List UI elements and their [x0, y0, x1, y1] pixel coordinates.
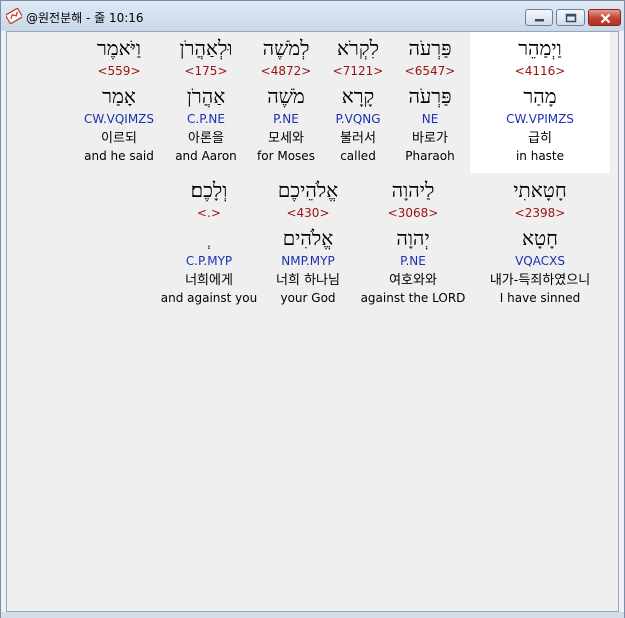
english-gloss: called: [340, 149, 376, 163]
word-block[interactable]: וְלָכֶם׃ <.> ְ C.P.MYP 너희에게 and against …: [158, 180, 260, 308]
hebrew-lemma: חָטָא: [522, 226, 558, 250]
morph-code: C.P.NE: [187, 112, 225, 126]
strong-number[interactable]: <4872>: [249, 65, 323, 77]
morph-code: P.NE: [273, 112, 299, 126]
maximize-button[interactable]: [556, 9, 585, 26]
hebrew-word: לַיהוָה: [391, 178, 435, 202]
hebrew-lemma: אֱלֹהִים: [282, 226, 334, 250]
morph-code: C.P.MYP: [185, 254, 233, 268]
korean-gloss: 너희에게: [185, 273, 233, 288]
korean-gloss: 바로가: [412, 131, 448, 146]
word-block[interactable]: לַיהוָה <3068> יְהוָה P.NE 여호와와 against …: [357, 180, 469, 308]
english-gloss: your God: [280, 291, 336, 305]
strong-number[interactable]: <7121>: [322, 65, 394, 77]
hebrew-word: וְלָכֶם׃: [190, 178, 228, 202]
strong-number[interactable]: <6547>: [391, 65, 469, 77]
english-gloss: in haste: [515, 149, 565, 163]
minimize-icon: [535, 19, 544, 22]
morph-code: P.NE: [400, 254, 426, 268]
strong-number[interactable]: <3068>: [357, 207, 469, 219]
word-block[interactable]: פַּרְעֹה <6547> פַּרְעֹה NE 바로가 Pharaoh: [391, 38, 469, 166]
close-button[interactable]: [588, 9, 621, 26]
window-title: @원전분해 - 줄 10:16: [26, 11, 144, 25]
korean-gloss: 아론을: [188, 131, 224, 146]
hebrew-word: אֱלֹהֵיכֶם: [277, 178, 339, 202]
app-window: @원전분해 - 줄 10:16 וַיְמַהֵר <4116> מָהַר C…: [0, 0, 625, 618]
hebrew-lemma: מֹשֶׁה: [267, 84, 305, 108]
close-icon: [600, 13, 611, 24]
morph-code: NMP.MYP: [281, 254, 335, 268]
hebrew-lemma: מָהַר: [523, 84, 557, 108]
hebrew-lemma: יְהוָה: [396, 226, 430, 250]
window-bottom-border: [1, 612, 624, 618]
morph-code: CW.VPIMZS: [506, 112, 574, 126]
morph-code: P.VQNG: [335, 112, 381, 126]
interlinear-panel[interactable]: וַיְמַהֵר <4116> מָהַר CW.VPIMZS 급히 in h…: [6, 31, 619, 612]
morph-code: CW.VQIMZS: [83, 112, 155, 126]
word-block[interactable]: אֱלֹהֵיכֶם <430> אֱלֹהִים NMP.MYP 너희 하나님…: [260, 180, 356, 308]
maximize-icon: [565, 13, 577, 23]
korean-gloss: 급히: [528, 131, 552, 146]
english-gloss: I have sinned: [499, 291, 581, 305]
korean-gloss: 모세와: [268, 131, 304, 146]
hebrew-lemma: פַּרְעֹה: [408, 84, 452, 108]
hebrew-lemma: אַהֲרֹן: [186, 84, 226, 108]
hebrew-word: פַּרְעֹה: [408, 36, 452, 60]
strong-number[interactable]: <4116>: [470, 65, 610, 77]
bible-app-icon[interactable]: [5, 7, 23, 25]
morph-code: NE: [421, 112, 439, 126]
korean-gloss: 이르되: [101, 131, 137, 146]
strong-number[interactable]: <.>: [158, 207, 260, 219]
word-block[interactable]: וַיֹּאמֶר <559> אָמַר CW.VQIMZS 이르되 and …: [75, 38, 163, 166]
minimize-button[interactable]: [525, 9, 553, 26]
word-block[interactable]: וַיְמַהֵר <4116> מָהַר CW.VPIMZS 급히 in h…: [470, 38, 610, 166]
english-gloss: Pharaoh: [405, 149, 455, 163]
morph-code: VQACXS: [515, 254, 565, 268]
english-gloss: and against you: [160, 291, 258, 305]
korean-gloss: 불러서: [340, 131, 376, 146]
strong-number[interactable]: <559>: [75, 65, 163, 77]
word-block[interactable]: לִקְרֹא <7121> קָרָא P.VQNG 불러서 called: [322, 38, 394, 166]
hebrew-word: חָטָאתִי: [513, 178, 567, 202]
hebrew-word: לְמֹשֶׁה: [262, 36, 310, 60]
strong-number[interactable]: <430>: [260, 207, 356, 219]
english-gloss: for Moses: [257, 149, 315, 163]
english-gloss: and he said: [84, 149, 154, 163]
strong-number[interactable]: <2398>: [470, 207, 610, 219]
hebrew-lemma: קָרָא: [341, 84, 375, 108]
hebrew-lemma: ְ: [158, 228, 260, 248]
word-block[interactable]: לְמֹשֶׁה <4872> מֹשֶׁה P.NE 모세와 for Mose…: [249, 38, 323, 166]
hebrew-word: וּלְאַהֲרֹן: [179, 36, 233, 60]
english-gloss: against the LORD: [360, 291, 466, 305]
hebrew-word: וַיֹּאמֶר: [96, 36, 142, 60]
title-bar[interactable]: @원전분해 - 줄 10:16: [1, 1, 624, 31]
korean-gloss: 내가-득죄하였으니: [489, 273, 591, 288]
english-gloss: and Aaron: [175, 149, 237, 163]
hebrew-word: לִקְרֹא: [337, 36, 379, 60]
word-block[interactable]: חָטָאתִי <2398> חָטָא VQACXS 내가-득죄하였으니 I…: [470, 180, 610, 308]
strong-number[interactable]: <175>: [162, 65, 250, 77]
hebrew-word: וַיְמַהֵר: [518, 36, 562, 60]
korean-gloss: 너희 하나님: [276, 273, 340, 288]
word-block[interactable]: וּלְאַהֲרֹן <175> אַהֲרֹן C.P.NE 아론을 and…: [162, 38, 250, 166]
hebrew-lemma: אָמַר: [102, 84, 136, 108]
korean-gloss: 여호와와: [389, 273, 437, 288]
